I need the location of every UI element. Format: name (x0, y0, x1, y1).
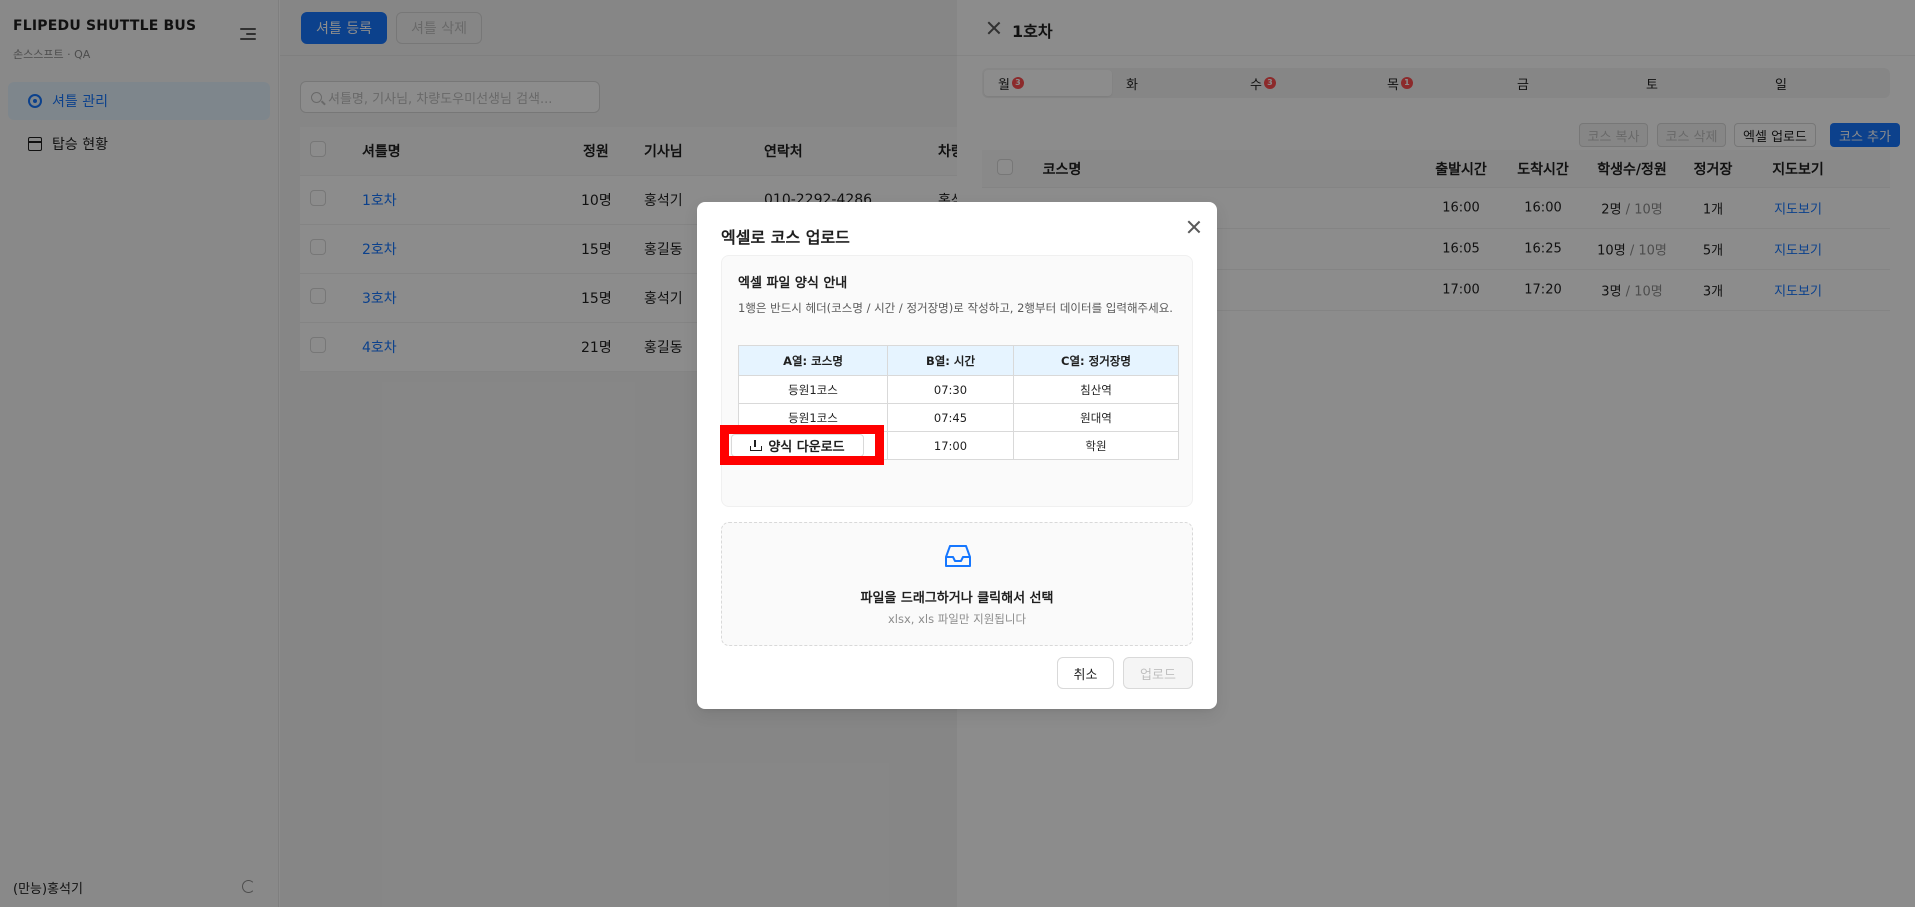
table-row: 등원1코스 07:30 침산역 (738, 375, 1179, 404)
dropzone-hint: xlsx, xls 파일만 지원됩니다 (887, 612, 1027, 626)
column-header: B열: 시간 (887, 345, 1014, 376)
upload-button[interactable]: 업로드 (1123, 657, 1193, 689)
table-cell: 07:30 (887, 375, 1014, 404)
table-cell: 등원1코스 (738, 375, 888, 404)
dropzone-title: 파일을 드래그하거나 클릭해서 선택 (860, 591, 1054, 606)
table-cell: 학원 (1013, 431, 1179, 460)
column-header: C열: 정거장명 (1013, 345, 1179, 376)
close-icon[interactable] (1187, 220, 1201, 234)
table-cell: 07:45 (887, 403, 1014, 432)
excel-upload-modal: 엑셀로 코스 업로드 엑셀 파일 양식 안내 1행은 반드시 헤더(코스명 / … (697, 202, 1217, 709)
table-cell: 17:00 (887, 431, 1014, 460)
download-icon (750, 440, 763, 451)
column-header: A열: 코스명 (738, 345, 888, 376)
table-cell: 침산역 (1013, 375, 1179, 404)
guide-description: 1행은 반드시 헤더(코스명 / 시간 / 정거장명)로 작성하고, 2행부터 … (738, 301, 1173, 315)
guide-title: 엑셀 파일 양식 안내 (738, 276, 848, 291)
button-label: 양식 다운로드 (768, 440, 845, 455)
table-header: A열: 코스명 B열: 시간 C열: 정거장명 (738, 345, 1179, 376)
format-guide: 엑셀 파일 양식 안내 1행은 반드시 헤더(코스명 / 시간 / 정거장명)로… (720, 255, 1193, 507)
table-cell: 원대역 (1013, 403, 1179, 432)
file-dropzone[interactable]: 파일을 드래그하거나 클릭해서 선택 xlsx, xls 파일만 지원됩니다 (721, 522, 1193, 646)
table-row: 등원1코스 07:45 원대역 (738, 403, 1179, 432)
cancel-button[interactable]: 취소 (1057, 657, 1114, 689)
template-download-button[interactable]: 양식 다운로드 (731, 434, 864, 457)
modal-title: 엑셀로 코스 업로드 (721, 228, 850, 247)
table-cell: 등원1코스 (738, 403, 888, 432)
inbox-icon (945, 545, 971, 567)
